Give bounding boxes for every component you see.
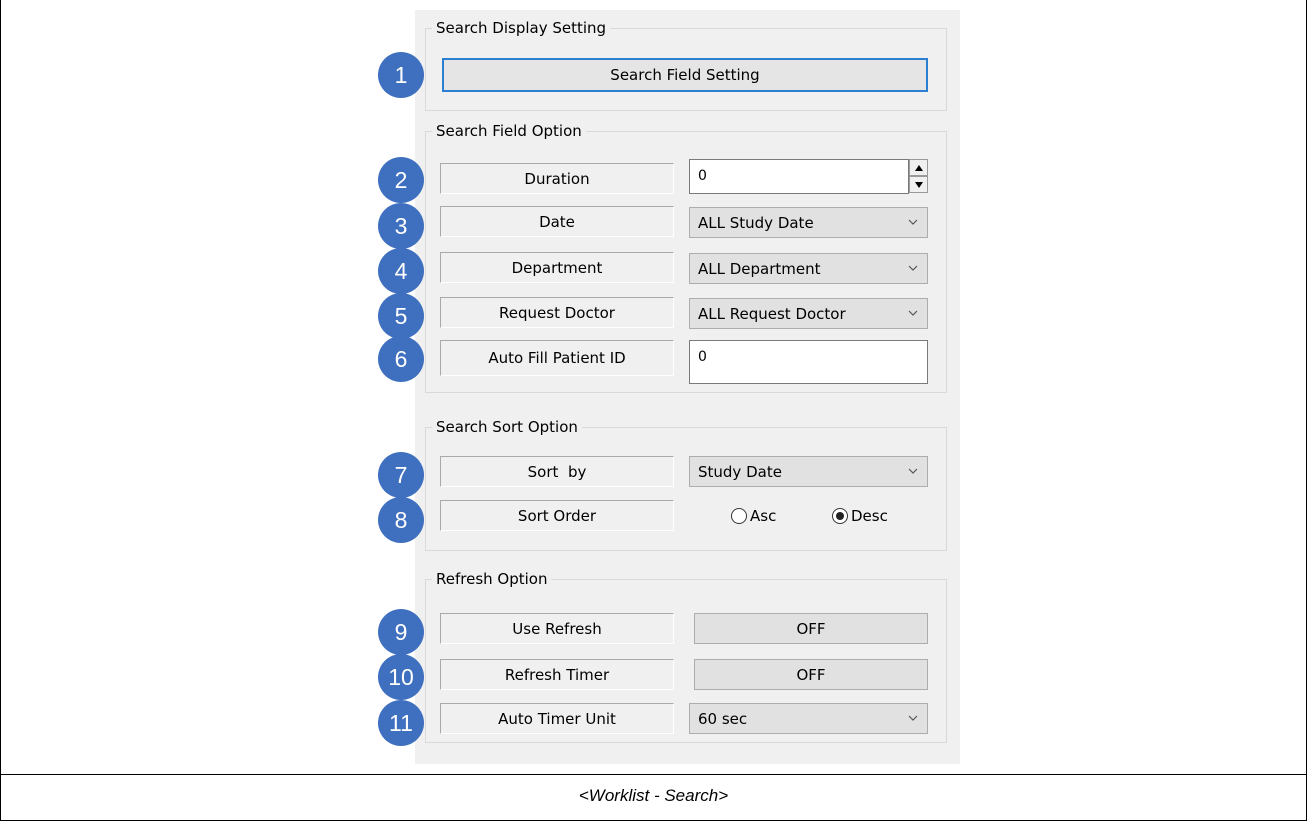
group-search-sort-option	[425, 427, 947, 551]
sort-by-select[interactable]: Study Date	[689, 456, 928, 487]
figure-caption: <Worklist - Search>	[578, 786, 729, 805]
sort-order-desc-label: Desc	[851, 507, 888, 525]
group-title-search-sort-option: Search Sort Option	[432, 418, 582, 436]
auto-timer-unit-label: Auto Timer Unit	[440, 703, 674, 734]
sort-order-asc-label: Asc	[750, 507, 777, 525]
auto-fill-patient-id-input[interactable]: 0	[689, 340, 928, 384]
sort-order-asc-radio[interactable]: Asc	[731, 507, 776, 525]
caption-divider	[0, 774, 1307, 775]
callout-badge-8: 8	[378, 497, 424, 543]
department-label: Department	[440, 252, 674, 283]
chevron-down-icon	[908, 219, 918, 225]
refresh-timer-toggle[interactable]: OFF	[694, 659, 928, 690]
callout-badge-9: 9	[378, 609, 424, 655]
auto-fill-patient-id-label: Auto Fill Patient ID	[440, 340, 674, 376]
group-title-search-display-setting: Search Display Setting	[432, 19, 611, 37]
radio-checked-icon	[832, 508, 848, 524]
duration-label: Duration	[440, 163, 674, 194]
refresh-timer-label: Refresh Timer	[440, 659, 674, 690]
group-title-search-field-option: Search Field Option	[432, 122, 586, 140]
request-doctor-select[interactable]: ALL Request Doctor	[689, 298, 928, 329]
group-title-refresh-option: Refresh Option	[432, 570, 552, 588]
spin-up-icon[interactable]	[909, 159, 928, 176]
callout-badge-1: 1	[378, 52, 424, 98]
spin-down-icon[interactable]	[909, 176, 928, 193]
sort-order-label: Sort Order	[440, 500, 674, 531]
auto-timer-unit-select-value: 60 sec	[698, 709, 748, 728]
callout-badge-5: 5	[378, 293, 424, 339]
callout-badge-3: 3	[378, 203, 424, 249]
department-select[interactable]: ALL Department	[689, 253, 928, 284]
sort-by-label: Sort by	[440, 456, 674, 487]
date-label: Date	[440, 206, 674, 237]
chevron-down-icon	[908, 468, 918, 474]
callout-badge-2: 2	[378, 157, 424, 203]
sort-order-desc-radio[interactable]: Desc	[832, 507, 888, 525]
sort-by-select-value: Study Date	[698, 462, 782, 481]
date-select-value: ALL Study Date	[698, 213, 814, 232]
use-refresh-toggle[interactable]: OFF	[694, 613, 928, 644]
chevron-down-icon	[908, 310, 918, 316]
department-select-value: ALL Department	[698, 259, 821, 278]
request-doctor-select-value: ALL Request Doctor	[698, 304, 846, 323]
search-field-setting-button[interactable]: Search Field Setting	[442, 58, 928, 92]
callout-badge-4: 4	[378, 248, 424, 294]
chevron-down-icon	[908, 265, 918, 271]
callout-badge-6: 6	[378, 336, 424, 382]
chevron-down-icon	[908, 715, 918, 721]
duration-input[interactable]: 0	[689, 159, 909, 194]
radio-unchecked-icon	[731, 508, 747, 524]
use-refresh-label: Use Refresh	[440, 613, 674, 644]
callout-badge-11: 11	[378, 700, 424, 746]
duration-spinner[interactable]	[909, 159, 928, 194]
auto-timer-unit-select[interactable]: 60 sec	[689, 703, 928, 734]
callout-badge-7: 7	[378, 452, 424, 498]
callout-badge-10: 10	[378, 654, 424, 700]
request-doctor-label: Request Doctor	[440, 297, 674, 328]
date-select[interactable]: ALL Study Date	[689, 207, 928, 238]
